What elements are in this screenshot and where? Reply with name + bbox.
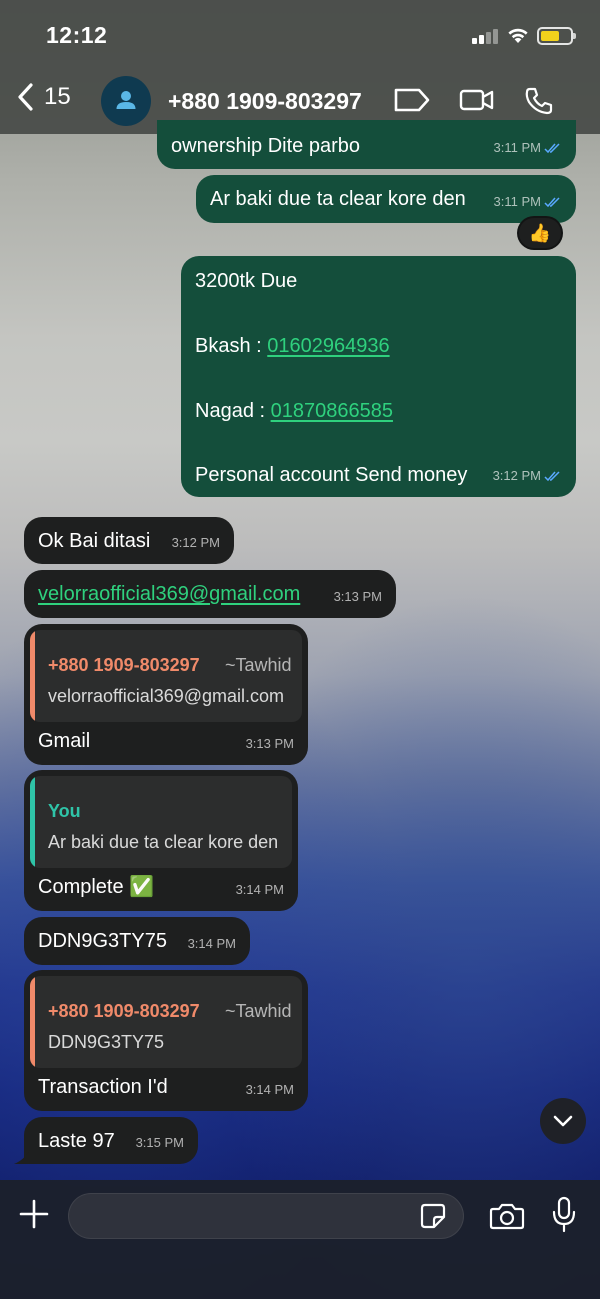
plus-icon <box>19 1199 49 1229</box>
quoted-sender: +880 1909-803297 <box>48 1001 200 1021</box>
message-bubble-incoming[interactable]: DDN9G3TY75 3:14 PM <box>24 917 250 965</box>
message-line-note: Personal account Send money <box>195 464 468 486</box>
message-meta: 3:14 PM <box>236 877 284 903</box>
attach-button[interactable] <box>18 1198 50 1235</box>
label-tag-icon <box>394 88 430 112</box>
message-meta: 3:11 PM <box>494 135 562 161</box>
status-time: 12:12 <box>46 22 108 48</box>
quoted-sender-tag: ~Tawhid <box>225 655 292 675</box>
contact-avatar-icon <box>116 91 136 109</box>
message-text: Laste 97 <box>38 1130 115 1152</box>
message-meta: 3:11 PM <box>494 189 562 215</box>
quoted-message[interactable]: +880 1909-803297 ~Tawhid DDN9G3TY75 <box>30 976 302 1068</box>
wifi-icon <box>506 25 530 49</box>
message-bubble-incoming[interactable]: velorraofficial369@gmail.com 3:13 PM <box>24 570 396 618</box>
voice-message-button[interactable] <box>551 1196 577 1239</box>
status-bar: 12:12 <box>0 0 600 66</box>
back-chevron-icon <box>18 83 33 111</box>
message-bubble-incoming[interactable]: You Ar baki due ta clear kore den Comple… <box>24 770 298 911</box>
message-text: Ar baki due ta clear kore den <box>210 188 466 210</box>
quoted-message[interactable]: You Ar baki due ta clear kore den <box>30 776 292 868</box>
message-time: 3:14 PM <box>187 936 236 951</box>
message-meta: 3:12 PM <box>493 463 562 489</box>
contact-name[interactable]: +880 1909-803297 <box>168 88 362 115</box>
message-text: Ok Bai ditasi <box>38 530 151 552</box>
message-text: Gmail <box>38 730 91 752</box>
quoted-text: DDN9G3TY75 <box>48 1032 165 1052</box>
quoted-text: velorraofficial369@gmail.com <box>48 686 285 706</box>
sticker-icon <box>420 1203 446 1229</box>
camera-button[interactable] <box>489 1201 525 1236</box>
message-time: 3:15 PM <box>135 1135 184 1150</box>
message-line-due: 3200tk Due <box>195 270 298 292</box>
nagad-number-link[interactable]: 01870866585 <box>271 400 393 422</box>
battery-icon <box>537 27 576 45</box>
message-meta: 3:12 PM <box>172 530 220 556</box>
message-bubble-incoming[interactable]: +880 1909-803297 ~Tawhid DDN9G3TY75 Tran… <box>24 970 308 1111</box>
message-meta: 3:14 PM <box>246 1077 294 1103</box>
nagad-label: Nagad : <box>195 400 271 422</box>
message-time: 3:13 PM <box>245 736 294 751</box>
voice-call-button[interactable] <box>524 86 554 121</box>
quoted-message[interactable]: +880 1909-803297 ~Tawhid velorraofficial… <box>30 630 302 722</box>
message-bubble-outgoing[interactable]: ownership Dite parbo 3:11 PM <box>157 120 576 169</box>
message-time: 3:12 PM <box>492 468 541 483</box>
thumbs-up-icon: 👍 <box>528 222 552 243</box>
cellular-signal-icon <box>472 28 498 44</box>
message-time: 3:13 PM <box>333 589 382 604</box>
message-time: 3:14 PM <box>235 882 284 897</box>
quoted-text: Ar baki due ta clear kore den <box>48 832 279 852</box>
message-bubble-incoming[interactable]: Ok Bai ditasi 3:12 PM <box>24 517 234 564</box>
read-checks-icon <box>544 143 560 154</box>
message-meta: 3:14 PM <box>188 931 236 957</box>
bkash-label: Bkash : <box>195 335 268 357</box>
chevron-down-icon <box>553 1115 573 1127</box>
message-time: 3:14 PM <box>245 1082 294 1097</box>
read-checks-icon <box>544 471 560 482</box>
quoted-sender: +880 1909-803297 <box>48 655 200 675</box>
message-text: ownership Dite parbo <box>171 135 360 157</box>
message-meta: 3:15 PM <box>136 1130 184 1156</box>
message-bubble-incoming[interactable]: +880 1909-803297 ~Tawhid velorraofficial… <box>24 624 308 765</box>
message-meta: 3:13 PM <box>246 731 294 757</box>
message-bubble-incoming[interactable]: Laste 97 3:15 PM <box>24 1117 198 1164</box>
message-input-bar <box>0 1180 600 1299</box>
bkash-number-link[interactable]: 01602964936 <box>267 335 389 357</box>
camera-icon <box>489 1203 525 1230</box>
quoted-sender: You <box>48 801 81 821</box>
video-call-icon <box>459 89 494 111</box>
message-line-nagad: Nagad : 01870866585 <box>195 398 393 424</box>
message-text: Complete ✅ <box>38 876 155 898</box>
scroll-to-bottom-button[interactable] <box>540 1098 586 1144</box>
message-reaction[interactable]: 👍 <box>517 216 563 250</box>
video-call-button[interactable] <box>459 86 495 119</box>
avatar[interactable] <box>101 76 151 126</box>
message-time: 3:12 PM <box>171 535 220 550</box>
message-text: Transaction I'd <box>38 1076 168 1098</box>
microphone-icon <box>552 1196 576 1233</box>
quoted-sender-tag: ~Tawhid <box>225 1001 292 1021</box>
message-meta: 3:13 PM <box>334 584 382 610</box>
message-bubble-outgoing[interactable]: Ar baki due ta clear kore den 3:11 PM <box>196 175 576 223</box>
sticker-button[interactable] <box>419 1202 447 1235</box>
unread-count: 15 <box>44 83 71 110</box>
message-line-bkash: Bkash : 01602964936 <box>195 333 390 359</box>
message-time: 3:11 PM <box>493 140 541 155</box>
label-button[interactable] <box>393 86 431 119</box>
back-button[interactable]: 15 <box>16 82 71 112</box>
bubble-tail <box>14 1150 30 1164</box>
read-checks-icon <box>544 197 560 208</box>
email-link[interactable]: velorraofficial369@gmail.com <box>38 583 300 605</box>
message-time: 3:11 PM <box>493 194 541 209</box>
phone-icon <box>525 87 553 115</box>
message-bubble-outgoing[interactable]: 3200tk Due Bkash : 01602964936 Nagad : 0… <box>181 256 576 497</box>
message-input[interactable] <box>68 1193 464 1239</box>
message-text: DDN9G3TY75 <box>38 930 167 952</box>
